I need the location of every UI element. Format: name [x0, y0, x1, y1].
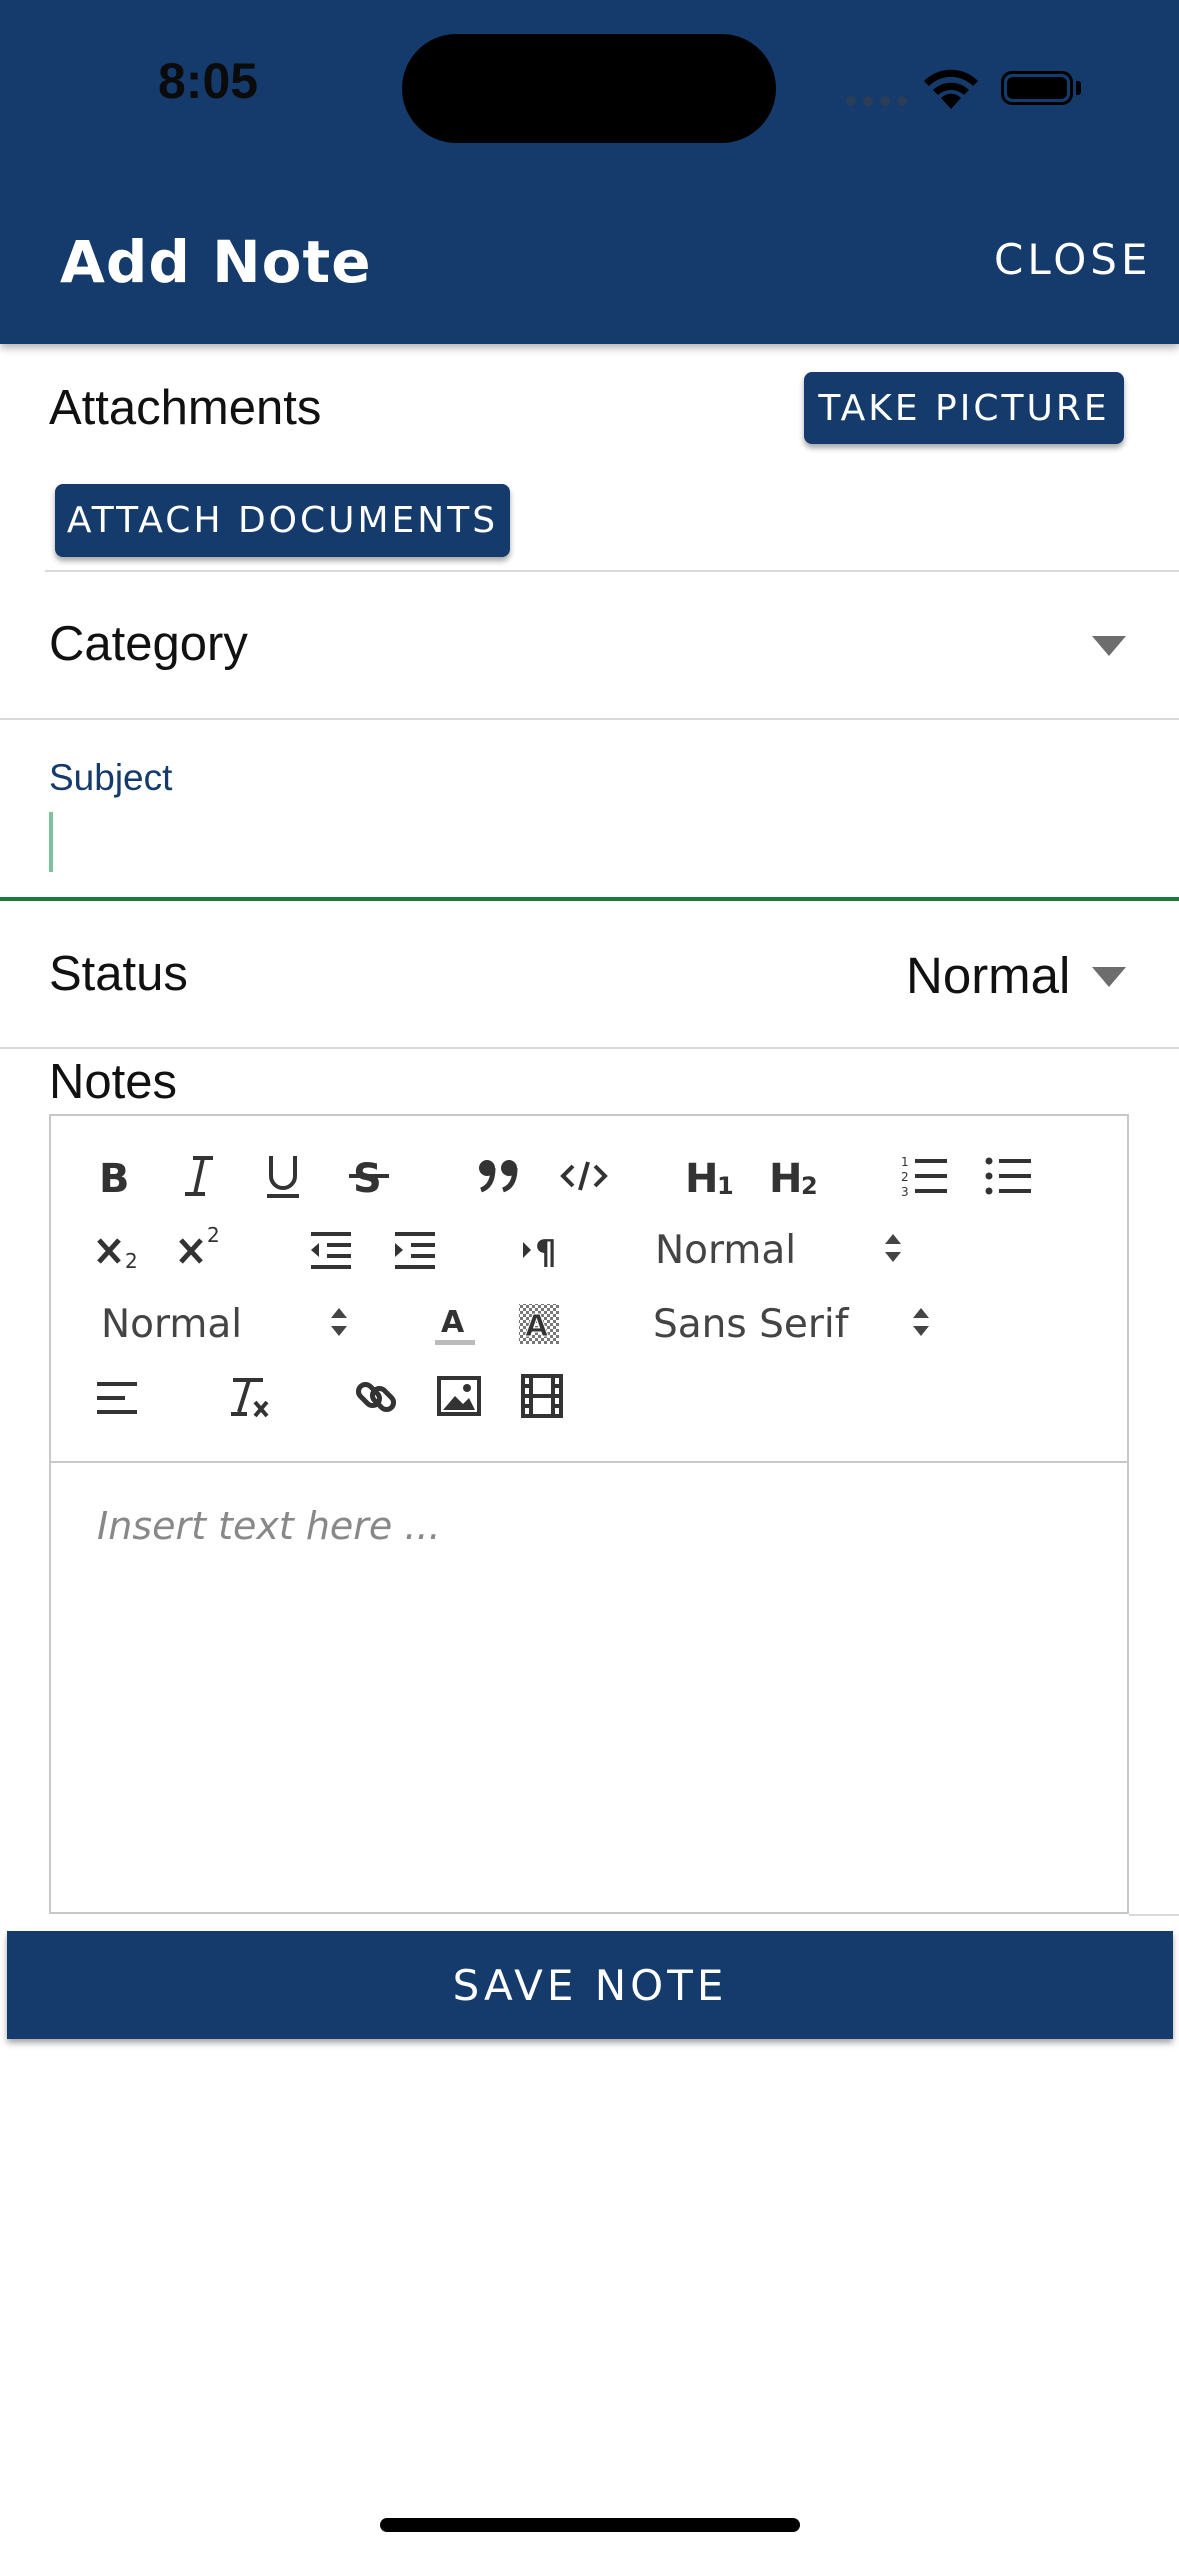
svg-text:A: A: [525, 1309, 549, 1344]
svg-text:¶: ¶: [535, 1233, 557, 1270]
align-icon[interactable]: [95, 1378, 139, 1418]
take-picture-button[interactable]: TAKE PICTURE: [804, 372, 1124, 444]
wifi-icon: [924, 69, 978, 109]
bold-icon[interactable]: B: [95, 1154, 135, 1198]
status-dropdown-icon: [1092, 967, 1126, 987]
link-icon[interactable]: [353, 1374, 399, 1420]
svg-text:2: 2: [125, 1249, 138, 1272]
battery-icon: [1001, 71, 1073, 105]
save-note-button[interactable]: SAVE NOTE: [7, 1931, 1173, 2039]
background-color-icon[interactable]: A: [517, 1302, 561, 1348]
status-select[interactable]: Status Normal: [0, 901, 1179, 1047]
subject-label: Subject: [49, 757, 173, 798]
battery-tip: [1076, 81, 1081, 95]
h2-icon[interactable]: H2: [769, 1154, 825, 1198]
svg-text:2: 2: [207, 1224, 220, 1247]
indent-icon[interactable]: [391, 1230, 439, 1270]
cellular-signal-icon: [846, 96, 907, 106]
attachments-label: Attachments: [49, 381, 322, 435]
header-select[interactable]: Normal: [655, 1216, 915, 1276]
size-select[interactable]: Normal: [101, 1290, 361, 1350]
subscript-icon[interactable]: 2: [95, 1228, 145, 1272]
header-bar: 8:05 Add Note CLOSE: [0, 0, 1179, 344]
status-time: 8:05: [158, 53, 259, 109]
status-value: Normal: [906, 947, 1071, 1004]
video-icon[interactable]: [521, 1374, 563, 1418]
svg-text:1: 1: [717, 1172, 734, 1198]
underline-icon[interactable]: [263, 1152, 303, 1200]
svg-text:1: 1: [901, 1155, 909, 1169]
home-indicator: [380, 2518, 800, 2532]
svg-text:H: H: [769, 1156, 802, 1198]
rtl-direction-icon[interactable]: ¶: [521, 1230, 571, 1270]
divider: [0, 1047, 1179, 1049]
bullet-list-icon[interactable]: [985, 1154, 1033, 1198]
code-icon[interactable]: [559, 1158, 609, 1194]
text-color-icon[interactable]: A: [433, 1302, 477, 1348]
outdent-icon[interactable]: [307, 1230, 355, 1270]
subject-input[interactable]: [0, 800, 1179, 897]
svg-text:H: H: [685, 1156, 718, 1198]
superscript-icon[interactable]: 2: [177, 1224, 227, 1268]
clear-format-icon[interactable]: [223, 1374, 273, 1420]
svg-text:3: 3: [901, 1185, 909, 1198]
divider: [0, 718, 1179, 720]
strike-icon[interactable]: S: [347, 1154, 391, 1198]
attach-documents-button[interactable]: ATTACH DOCUMENTS: [55, 484, 510, 557]
svg-text:A: A: [441, 1305, 465, 1340]
text-cursor: [49, 812, 53, 872]
h1-icon[interactable]: H1: [685, 1154, 741, 1198]
divider: [1129, 1914, 1179, 1916]
size-select-value: Normal: [101, 1302, 243, 1347]
notes-label: Notes: [49, 1055, 178, 1109]
page-title: Add Note: [60, 228, 372, 296]
svg-text:B: B: [99, 1156, 130, 1198]
select-arrows-icon: [885, 1234, 901, 1262]
select-arrows-icon: [331, 1308, 347, 1336]
close-button[interactable]: CLOSE: [994, 235, 1151, 284]
category-label: Category: [49, 617, 248, 671]
notes-placeholder: Insert text here ...: [97, 1504, 441, 1548]
image-icon[interactable]: [437, 1376, 481, 1416]
rich-text-editor: B S H1 H2 123 2 2 ¶ Normal Normal A A Sa…: [49, 1114, 1129, 1914]
status-label: Status: [49, 947, 188, 1001]
category-dropdown-icon: [1092, 636, 1126, 656]
font-select[interactable]: Sans Serif: [653, 1290, 953, 1350]
blockquote-icon[interactable]: [477, 1158, 521, 1194]
category-select[interactable]: Category: [0, 572, 1179, 718]
header-select-value: Normal: [655, 1228, 797, 1273]
select-arrows-icon: [913, 1308, 929, 1336]
svg-text:2: 2: [901, 1170, 909, 1184]
svg-text:2: 2: [801, 1172, 818, 1198]
italic-icon[interactable]: [179, 1154, 219, 1198]
ordered-list-icon[interactable]: 123: [901, 1154, 949, 1198]
font-select-value: Sans Serif: [653, 1302, 849, 1347]
editor-toolbar: B S H1 H2 123 2 2 ¶ Normal Normal A A Sa…: [51, 1116, 1127, 1463]
dynamic-island: [402, 34, 776, 143]
